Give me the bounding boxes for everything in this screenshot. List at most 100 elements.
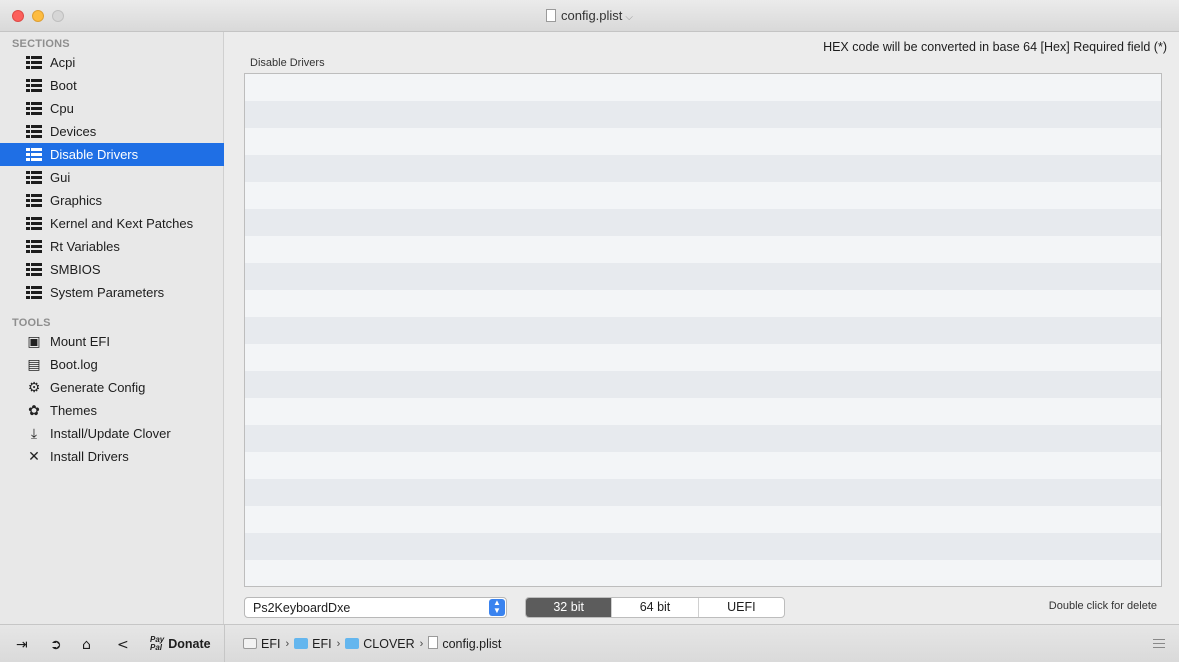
list-icon [26,148,42,162]
segment-64-bit[interactable]: 64 bit [611,598,697,617]
segment-32-bit[interactable]: 32 bit [526,598,612,617]
breadcrumb-separator: › [336,637,341,650]
table-row[interactable] [245,533,1161,560]
table-row[interactable] [245,182,1161,209]
sidebar-item-kernel-and-kext-patches[interactable]: Kernel and Kext Patches [0,212,224,235]
tool-item-themes[interactable]: ✿ Themes [0,399,224,422]
list-icon [26,263,42,277]
sidebar-item-label: Disable Drivers [50,147,139,162]
tool-item-label: Boot.log [50,357,98,372]
boot-log-icon: ▤ [27,356,41,373]
list-icon [26,217,42,231]
breadcrumb-label: config.plist [442,637,502,651]
breadcrumb-item[interactable]: EFI [294,636,332,651]
breadcrumb-item[interactable]: EFI [243,637,280,651]
donate-button[interactable]: Pay Pal Donate [150,636,211,652]
tool-item-boot-log[interactable]: ▤ Boot.log [0,353,224,376]
window-title[interactable]: config.plist ⌵ [0,8,1179,23]
sidebar-item-smbios[interactable]: SMBIOS [0,258,224,281]
palette-icon: ✿ [28,402,40,419]
menu-icon[interactable] [1153,639,1165,648]
double-click-hint: Double click for delete [1048,600,1157,612]
donate-label: Donate [168,637,211,651]
tool-item-mount-efi[interactable]: ▣ Mount EFI [0,330,224,353]
combobox-stepper-icon[interactable]: ▲ ▼ [489,599,505,616]
table-row[interactable] [245,398,1161,425]
list-icon [26,102,42,116]
sidebar-item-label: Graphics [50,193,103,208]
file-icon [428,636,439,649]
segment-uefi[interactable]: UEFI [697,598,784,617]
table-row[interactable] [245,560,1161,586]
table-row[interactable] [245,425,1161,452]
tool-item-label: Install Drivers [50,449,129,464]
document-icon [545,9,556,22]
home-icon[interactable]: ⌂ [82,636,91,654]
sidebar-item-label: Cpu [50,101,74,116]
tool-item-label: Themes [50,403,97,418]
table-row[interactable] [245,74,1161,101]
chevron-down-icon: ⌵ [625,12,633,23]
tool-item-generate-config[interactable]: ⚙ Generate Config [0,376,224,399]
list-icon [26,286,42,300]
list-icon [26,125,42,139]
table-row[interactable] [245,371,1161,398]
table-row[interactable] [245,290,1161,317]
table-row[interactable] [245,236,1161,263]
table-row[interactable] [245,452,1161,479]
sidebar-item-cpu[interactable]: Cpu [0,97,224,120]
sidebar-item-devices[interactable]: Devices [0,120,224,143]
sidebar-item-label: Gui [50,170,71,185]
bottom-bar: ⇥ ➲ ⌂ < Pay Pal Donate EFI › EFI › CLOVER › con… [0,624,1179,662]
breadcrumb-label: EFI [312,636,332,651]
tool-item-install-drivers[interactable]: ✕ Install Drivers [0,445,224,468]
sidebar-item-gui[interactable]: Gui [0,166,224,189]
export-icon[interactable]: ➲ [50,636,62,654]
breadcrumb-item[interactable]: CLOVER [345,637,415,651]
table-row[interactable] [245,263,1161,290]
table-row[interactable] [245,317,1161,344]
title-bar: config.plist ⌵ [0,0,1179,32]
drivers-table[interactable] [244,73,1162,587]
table-row[interactable] [245,101,1161,128]
sections-header: SECTIONS [12,38,70,50]
sidebar-item-label: System Parameters [50,285,165,300]
panel-label: Disable Drivers [250,57,325,69]
sidebar-item-boot[interactable]: Boot [0,74,224,97]
mount-efi-icon: ▣ [27,333,41,350]
main-panel: HEX code will be converted in base 64 [H… [225,32,1179,624]
driver-combobox-value: Ps2KeyboardDxe [253,601,351,615]
breadcrumb-label: EFI [261,636,281,651]
table-row[interactable] [245,479,1161,506]
table-row[interactable] [245,344,1161,371]
list-icon [26,240,42,254]
folder-icon [294,637,309,649]
sidebar-item-label: Rt Variables [50,239,120,254]
list-icon [26,79,42,93]
drive-icon [243,637,257,649]
table-row[interactable] [245,506,1161,533]
window-title-text: config.plist [560,8,623,23]
bottom-divider [224,625,225,662]
tool-item-install-update-clover[interactable]: ⤓ Install/Update Clover [0,422,224,445]
sidebar-item-acpi[interactable]: Acpi [0,51,224,74]
tools-header: TOOLS [12,317,51,329]
sidebar-item-system-parameters[interactable]: System Parameters [0,281,224,304]
sidebar-item-rt-variables[interactable]: Rt Variables [0,235,224,258]
breadcrumb-separator: › [285,637,290,650]
list-icon [26,56,42,70]
sidebar-item-disable-drivers[interactable]: Disable Drivers [0,143,224,166]
paypal-icon: Pay Pal [150,635,165,652]
list-icon [26,171,42,185]
breadcrumb-item[interactable]: config.plist [428,636,501,651]
driver-combobox[interactable]: Ps2KeyboardDxe ▲ ▼ [244,597,507,618]
share-icon[interactable]: < [117,636,129,654]
tool-item-label: Generate Config [50,380,146,395]
table-row[interactable] [245,209,1161,236]
import-icon[interactable]: ⇥ [16,636,28,654]
sidebar-item-graphics[interactable]: Graphics [0,189,224,212]
table-row[interactable] [245,128,1161,155]
sidebar-item-label: SMBIOS [50,262,101,277]
table-row[interactable] [245,155,1161,182]
tool-item-label: Mount EFI [50,334,110,349]
